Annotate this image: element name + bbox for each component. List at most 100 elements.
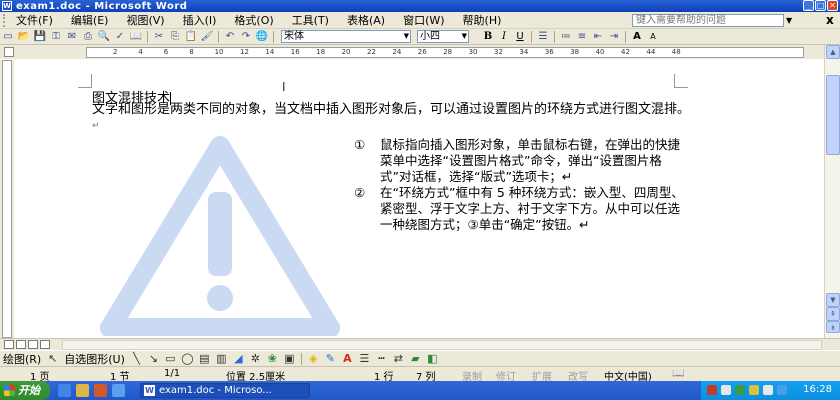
copy-icon[interactable]: ⎘ — [168, 30, 182, 43]
horizontal-scrollbar[interactable] — [62, 340, 822, 350]
help-search-input[interactable]: 键入需要帮助的问题 — [632, 14, 784, 27]
font-color-icon[interactable]: A — [340, 352, 355, 365]
format-painter-icon[interactable]: 🖌 — [200, 30, 214, 43]
spelling-status-icon[interactable]: 📖 — [672, 368, 684, 379]
start-button[interactable]: 开始 — [0, 381, 50, 400]
close-button[interactable]: ✕ — [827, 0, 838, 11]
ruler-scale[interactable]: 2 4 6 8 10 12 14 16 18 20 22 24 26 28 30 32 34 36 38 40 42 44… — [86, 47, 804, 58]
open-icon[interactable]: 📂 — [17, 30, 31, 43]
line-color-icon[interactable]: ✎ — [323, 352, 338, 365]
textbox-tool-icon[interactable]: ▤ — [197, 352, 212, 365]
tab-selector[interactable] — [4, 47, 14, 57]
3d-style-icon[interactable]: ◧ — [425, 352, 440, 365]
outline-view-button[interactable] — [40, 340, 50, 349]
body-paragraph[interactable]: 文字和图形是两类不同的对象，当文档中插入图形对象后，可以通过设置图片的环绕方式进… — [92, 102, 692, 134]
bullets-icon[interactable]: ≡ — [575, 30, 589, 43]
fill-color-icon[interactable]: ◈ — [306, 352, 321, 365]
permission-icon[interactable]: ⚿ — [49, 30, 63, 43]
clipart-icon[interactable]: ❀ — [265, 352, 280, 365]
shrink-font-button[interactable]: A — [646, 30, 660, 43]
redo-icon[interactable]: ↷ — [239, 30, 253, 43]
maximize-button[interactable]: □ — [815, 0, 826, 11]
line-style-icon[interactable]: ☰ — [357, 352, 372, 365]
italic-button[interactable]: I — [497, 30, 511, 43]
warning-triangle-icon[interactable] — [98, 132, 342, 336]
chevron-down-icon[interactable]: ▼ — [404, 31, 409, 42]
draw-menu-button[interactable]: 绘图(R) — [0, 351, 44, 367]
decrease-indent-icon[interactable]: ⇤ — [591, 30, 605, 43]
print-layout-button[interactable] — [28, 340, 38, 349]
line-tool-icon[interactable]: ╲ — [129, 352, 144, 365]
help-dropdown-icon[interactable]: ▼ — [786, 16, 792, 25]
menu-tools[interactable]: 工具(T) — [283, 12, 338, 28]
explorer-quicklaunch-icon[interactable] — [76, 384, 89, 397]
web-layout-button[interactable] — [16, 340, 26, 349]
list-item[interactable]: ① 鼠标指向插入图形对象，单击鼠标右键，在弹出的快捷菜单中选择“设置图片格式”命… — [354, 137, 684, 185]
menu-format[interactable]: 格式(O) — [225, 12, 282, 28]
underline-button[interactable]: U — [513, 30, 527, 43]
vertical-ruler-scale[interactable] — [2, 60, 12, 338]
research-icon[interactable]: 📖 — [129, 30, 143, 43]
document-area[interactable]: 图文混排技术 Ⅰ 文字和图形是两类不同的对象，当文档中插入图形对象后，可以通过设… — [14, 60, 824, 338]
menu-edit[interactable]: 编辑(E) — [62, 12, 118, 28]
word-app-icon[interactable]: W — [2, 1, 12, 11]
menu-insert[interactable]: 插入(I) — [174, 12, 226, 28]
bold-button[interactable]: B — [481, 30, 495, 43]
media-quicklaunch-icon[interactable] — [94, 384, 107, 397]
wordart-icon[interactable]: ◢ — [231, 352, 246, 365]
tray-app-icon[interactable] — [721, 385, 731, 395]
save-icon[interactable]: 💾 — [33, 30, 47, 43]
undo-icon[interactable]: ↶ — [223, 30, 237, 43]
menu-window[interactable]: 窗口(W) — [394, 12, 453, 28]
minimize-button[interactable]: _ — [803, 0, 814, 11]
vertical-scrollbar[interactable]: ▲ ▼ ⇞ ⇟ — [824, 45, 840, 338]
spelling-icon[interactable]: ✓ — [113, 30, 127, 43]
menu-file[interactable]: 文件(F) — [7, 12, 62, 28]
normal-view-button[interactable] — [4, 340, 14, 349]
font-size-combo[interactable]: 小四 ▼ — [417, 30, 469, 43]
vertical-textbox-icon[interactable]: ▥ — [214, 352, 229, 365]
numbering-icon[interactable]: ≔ — [559, 30, 573, 43]
oval-tool-icon[interactable]: ◯ — [180, 352, 195, 365]
tray-app-icon[interactable] — [749, 385, 759, 395]
menu-help[interactable]: 帮助(H) — [454, 12, 511, 28]
arrow-tool-icon[interactable]: ↘ — [146, 352, 161, 365]
align-justify-icon[interactable]: ☰ — [536, 30, 550, 43]
scroll-down-button[interactable]: ▼ — [826, 293, 840, 307]
rectangle-tool-icon[interactable]: ▭ — [163, 352, 178, 365]
picture-icon[interactable]: ▣ — [282, 352, 297, 365]
print-icon[interactable]: ⎙ — [81, 30, 95, 43]
new-icon[interactable]: ▭ — [1, 30, 15, 43]
menu-bar: 文件(F) 编辑(E) 视图(V) 插入(I) 格式(O) 工具(T) 表格(A… — [0, 12, 840, 29]
list-item[interactable]: ② 在“环绕方式”框中有 5 种环绕方式：嵌入型、四周型、紧密型、浮于文字上方、… — [354, 185, 684, 233]
paste-icon[interactable]: 📋 — [184, 30, 198, 43]
tray-app-icon[interactable] — [707, 385, 717, 395]
scroll-thumb[interactable] — [826, 75, 840, 155]
cut-icon[interactable]: ✂ — [152, 30, 166, 43]
volume-icon[interactable] — [763, 385, 773, 395]
diagram-icon[interactable]: ✲ — [248, 352, 263, 365]
autoshapes-menu-button[interactable]: 自选图形(U) — [61, 351, 128, 367]
increase-indent-icon[interactable]: ⇥ — [607, 30, 621, 43]
grow-font-button[interactable]: A — [630, 30, 644, 43]
menu-view[interactable]: 视图(V) — [117, 12, 173, 28]
chevron-down-icon[interactable]: ▼ — [462, 31, 467, 42]
select-objects-icon[interactable]: ↖ — [45, 352, 60, 365]
arrow-style-icon[interactable]: ⇄ — [391, 352, 406, 365]
email-icon[interactable]: ✉ — [65, 30, 79, 43]
font-name-combo[interactable]: 宋体 ▼ — [281, 30, 411, 43]
previous-page-button[interactable]: ⇞ — [826, 307, 840, 321]
taskbar-word-button[interactable]: W exam1.doc - Microso... — [140, 383, 310, 398]
shadow-style-icon[interactable]: ▰ — [408, 352, 423, 365]
next-page-button[interactable]: ⇟ — [826, 321, 840, 333]
ie-quicklaunch-icon[interactable] — [58, 384, 71, 397]
network-icon[interactable] — [777, 385, 787, 395]
tray-app-icon[interactable] — [735, 385, 745, 395]
scroll-up-button[interactable]: ▲ — [826, 45, 840, 59]
dash-style-icon[interactable]: ┅ — [374, 352, 389, 365]
document-close-button[interactable]: x — [826, 13, 834, 27]
hyperlink-icon[interactable]: 🌐 — [255, 30, 269, 43]
desktop-quicklaunch-icon[interactable] — [112, 384, 125, 397]
menu-table[interactable]: 表格(A) — [338, 12, 394, 28]
print-preview-icon[interactable]: 🔍 — [97, 30, 111, 43]
